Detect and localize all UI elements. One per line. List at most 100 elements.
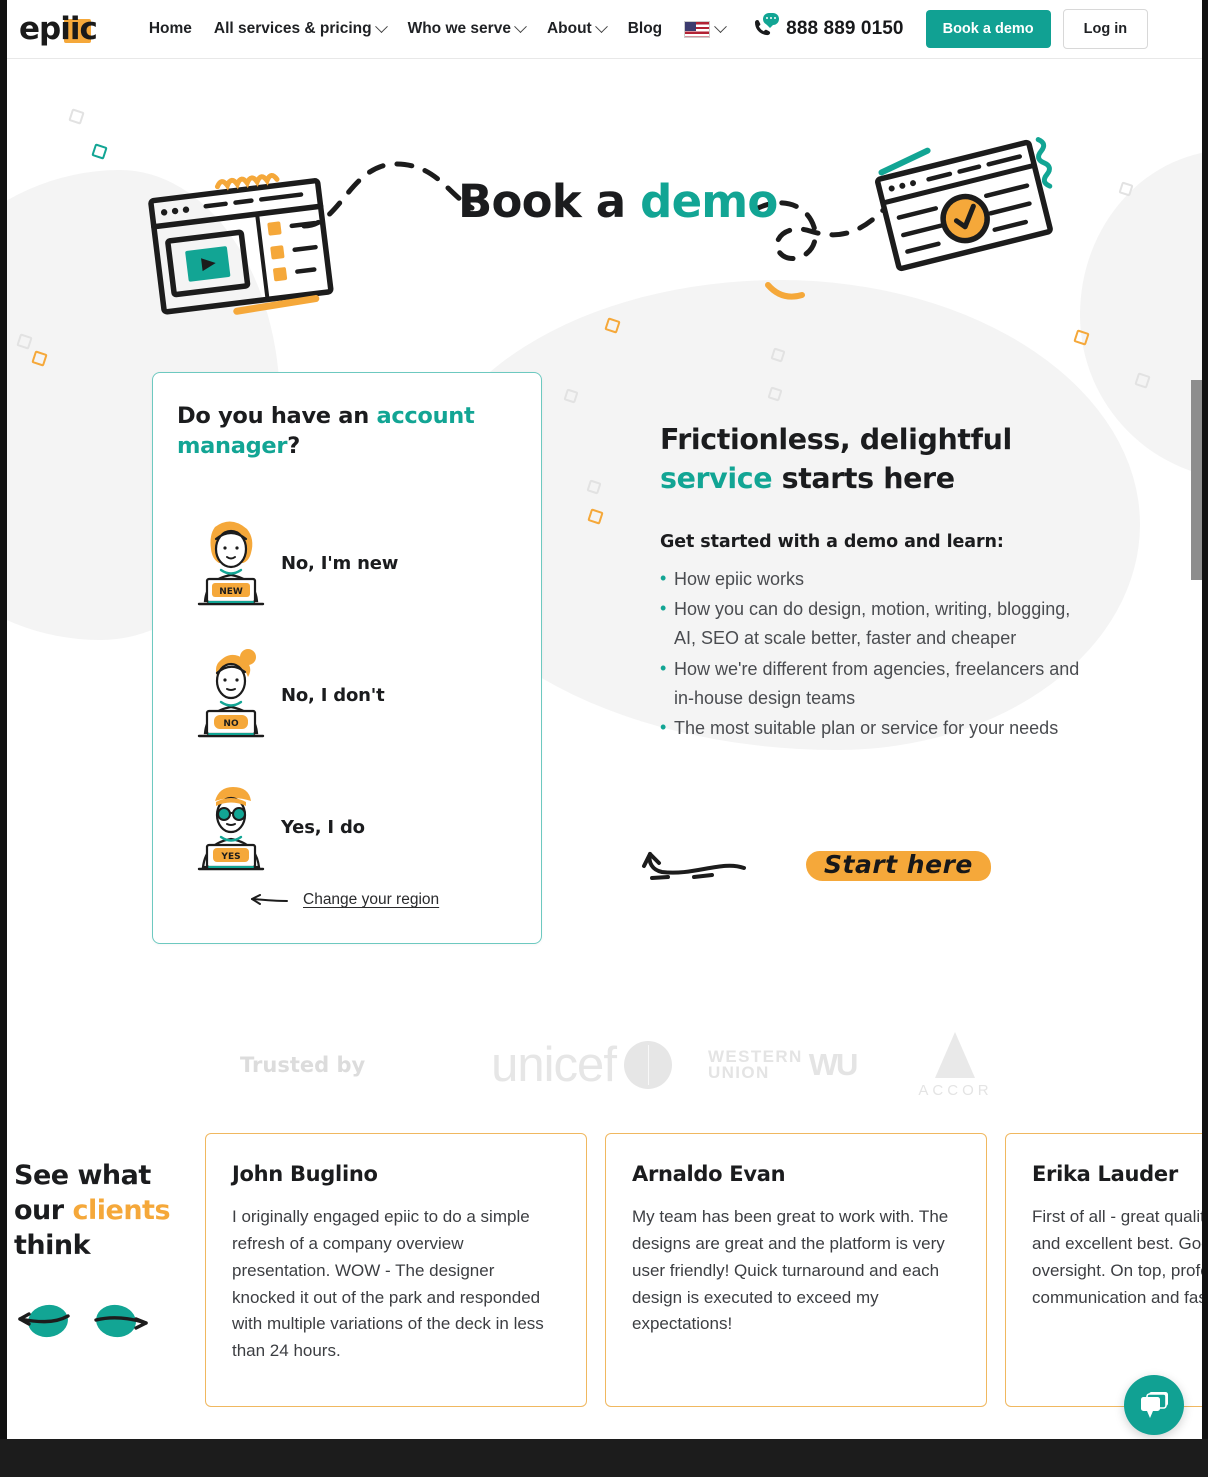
option-label: No, I'm new bbox=[281, 552, 399, 574]
testimonial-quote: First of all - great quality design serv… bbox=[1032, 1207, 1208, 1307]
logo-unicef-text: unicef bbox=[491, 1037, 617, 1092]
nav-item-home-label: Home bbox=[148, 20, 192, 37]
option-yes-i-do[interactable]: YES Yes, I do bbox=[177, 777, 519, 877]
window-frame-right bbox=[1202, 0, 1208, 1477]
option-label: No, I don't bbox=[281, 684, 385, 706]
nav-links: Home All services & pricing Who we serve… bbox=[149, 19, 662, 38]
testimonial-cards: John Buglino I originally engaged epiic … bbox=[205, 1133, 1208, 1407]
page-viewport: epiic Home All services & pricing Who we… bbox=[0, 0, 1208, 1477]
testimonial-author: John Buglino bbox=[232, 1162, 378, 1186]
card-heading-part1: Do you have an bbox=[177, 403, 377, 429]
card-heading: Do you have an account manager? bbox=[177, 401, 497, 462]
logo-unicef: unicef bbox=[491, 1037, 672, 1092]
nav-item-about-label: About bbox=[546, 20, 592, 37]
window-frame-left bbox=[0, 0, 7, 1477]
hero-illustration-confirmation-card bbox=[875, 137, 1053, 272]
top-navigation-bar: epiic Home All services & pricing Who we… bbox=[7, 0, 1202, 59]
phone-number: 888 889 0150 bbox=[786, 18, 904, 39]
nav-item-home[interactable]: Home bbox=[149, 20, 192, 38]
avatar-illustration-has-manager: YES bbox=[197, 787, 265, 871]
page-title: Book a demo bbox=[458, 175, 778, 228]
chevron-down-icon bbox=[594, 19, 608, 33]
benefits-heading-line1: Frictionless, delightful bbox=[660, 423, 1012, 456]
svg-text:NEW: NEW bbox=[219, 587, 243, 597]
logo-accor-text: ACCOR bbox=[918, 1081, 993, 1099]
chevron-down-icon bbox=[514, 19, 527, 33]
benefit-item: The most suitable plan or service for yo… bbox=[660, 713, 1080, 743]
benefits-heading-accent: service bbox=[660, 462, 773, 496]
benefits-list: How epiic works How you can do design, m… bbox=[660, 564, 1080, 743]
page-scrollbar-thumb[interactable] bbox=[1191, 380, 1202, 580]
avatar-illustration-no-manager: NO bbox=[197, 649, 265, 738]
testimonial-author: Erika Lauder bbox=[1032, 1162, 1178, 1186]
testimonials-section: See what our clients think John Buglino … bbox=[0, 1130, 1208, 1440]
benefits-heading-line2: starts here bbox=[772, 462, 955, 496]
nav-item-blog-label: Blog bbox=[627, 20, 663, 37]
change-region-link[interactable]: Change your region bbox=[249, 891, 439, 909]
carousel-prev-button[interactable] bbox=[14, 1298, 76, 1338]
flag-canton bbox=[685, 21, 697, 31]
start-here-label: Start here bbox=[824, 850, 973, 879]
testimonial-quote: My team has been great to work with. The… bbox=[632, 1207, 949, 1334]
decor-square-gray bbox=[68, 108, 85, 125]
logo-western-union: WESTERN UNION WU bbox=[707, 1047, 859, 1083]
phone-icon bbox=[751, 13, 780, 42]
logo-text: epiic bbox=[19, 11, 98, 47]
testimonial-quote: I originally engaged epiic to do a simpl… bbox=[232, 1207, 544, 1361]
testimonials-heading-part2: think bbox=[14, 1230, 91, 1262]
phone-contact[interactable]: 888 889 0150 bbox=[751, 13, 904, 42]
nav-item-blog[interactable]: Blog bbox=[628, 20, 662, 38]
option-label: Yes, I do bbox=[281, 816, 365, 838]
start-here-badge: Start here bbox=[806, 845, 991, 887]
arrow-left-icon bbox=[251, 894, 288, 905]
testimonials-heading-accent: clients bbox=[72, 1195, 171, 1227]
logo-wu-mark: WU bbox=[808, 1047, 859, 1082]
chat-bubble-icon bbox=[1141, 1392, 1168, 1418]
avatar-illustration-new-user: NEW bbox=[197, 521, 265, 606]
hero-dashed-path-left bbox=[301, 161, 475, 229]
logo-accor: ACCOR bbox=[918, 1031, 993, 1099]
chevron-down-icon bbox=[374, 19, 388, 33]
benefits-subheading: Get started with a demo and learn: bbox=[660, 532, 1004, 553]
nav-item-about[interactable]: About bbox=[546, 19, 608, 38]
log-in-button[interactable]: Log in bbox=[1062, 9, 1149, 49]
window-frame-bottom bbox=[0, 1439, 1208, 1477]
western-union-wordmark: WESTERN UNION bbox=[707, 1048, 803, 1082]
testimonial-author: Arnaldo Evan bbox=[632, 1162, 786, 1186]
chevron-down-icon bbox=[714, 19, 728, 33]
nav-item-who-we-serve[interactable]: Who we serve bbox=[407, 19, 527, 38]
page-title-accent: demo bbox=[640, 175, 778, 228]
locale-selector[interactable] bbox=[684, 19, 728, 38]
chat-widget-button[interactable] bbox=[1124, 1375, 1184, 1435]
svg-text:YES: YES bbox=[220, 852, 240, 862]
nav-item-all-services-pricing[interactable]: All services & pricing bbox=[214, 19, 388, 38]
change-region-label: Change your region bbox=[303, 891, 440, 908]
us-flag-icon bbox=[684, 20, 711, 38]
decor-square-teal bbox=[91, 143, 108, 160]
testimonial-card[interactable]: Erika Lauder First of all - great qualit… bbox=[1005, 1133, 1208, 1407]
start-here-annotation: Start here bbox=[636, 845, 991, 887]
testimonial-card[interactable]: John Buglino I originally engaged epiic … bbox=[205, 1133, 587, 1407]
epiic-logo[interactable]: epiic bbox=[19, 11, 98, 47]
carousel-next-button[interactable] bbox=[90, 1298, 152, 1338]
logo-wu-line2: UNION bbox=[707, 1063, 770, 1082]
curved-arrow-icon bbox=[642, 852, 746, 880]
benefit-item: How epiic works bbox=[660, 564, 1080, 594]
page-title-part1: Book a bbox=[458, 175, 641, 228]
accor-mark-icon bbox=[935, 1031, 976, 1078]
option-no-i-dont[interactable]: NO No, I don't bbox=[177, 645, 519, 745]
trusted-by-section: Trusted by unicef WESTERN UNION WU ACCOR bbox=[0, 1010, 1208, 1120]
svg-text:NO: NO bbox=[223, 719, 239, 729]
benefit-item: How you can do design, motion, writing, … bbox=[660, 594, 1080, 653]
book-a-demo-button[interactable]: Book a demo bbox=[925, 10, 1051, 48]
benefits-heading: Frictionless, delightful service starts … bbox=[660, 420, 1080, 498]
account-manager-question-card: Do you have an account manager? NEW No, … bbox=[152, 372, 542, 944]
testimonial-carousel-controls bbox=[14, 1298, 152, 1338]
demo-benefits-column: Frictionless, delightful service starts … bbox=[660, 420, 1080, 744]
nav-item-who-we-serve-label: Who we serve bbox=[407, 20, 511, 37]
speech-bubble-badge bbox=[763, 13, 780, 28]
option-no-im-new[interactable]: NEW No, I'm new bbox=[177, 513, 519, 613]
trusted-by-label: Trusted by bbox=[240, 1053, 366, 1077]
card-heading-part2: ? bbox=[287, 433, 300, 460]
testimonial-card[interactable]: Arnaldo Evan My team has been great to w… bbox=[605, 1133, 987, 1407]
